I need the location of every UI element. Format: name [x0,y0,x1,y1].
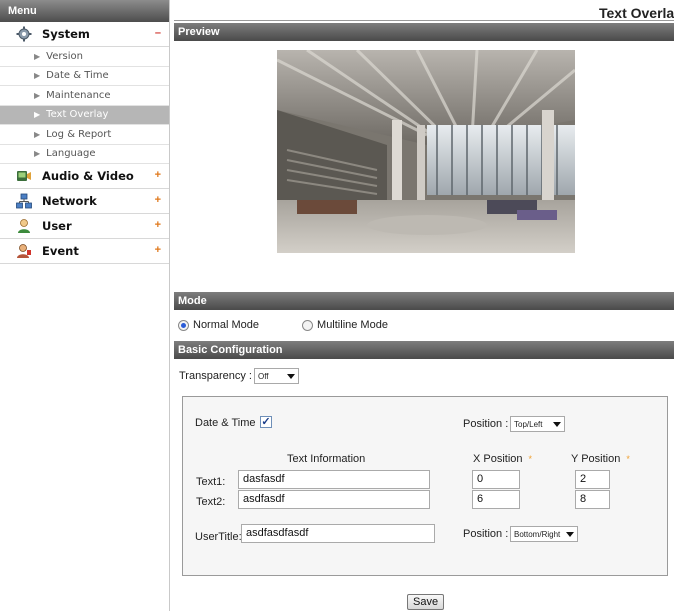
text2-label: Text2: [196,496,226,508]
text2-y-position-input[interactable]: 8 [575,490,610,509]
menu-header: Menu [0,0,169,22]
text1-y-position-input[interactable]: 2 [575,470,610,489]
sidebar-item-text-overlay[interactable]: ▶ Text Overlay [0,105,169,125]
chevron-down-icon [286,373,295,379]
sidebar-category-label: User [42,219,72,233]
triangle-right-icon: ▶ [34,149,41,159]
usertitle-input[interactable]: asdfasdfasdf [241,524,435,543]
multiline-mode-radio[interactable] [302,319,314,331]
normal-mode-radio[interactable] [178,319,189,331]
position-select-value: Top/Left [514,419,543,429]
triangle-right-icon: ▶ [34,90,41,100]
sidebar-item-version[interactable]: ▶ Version [0,47,169,67]
text-information-header: Text Information [287,453,366,465]
required-mark: * [626,454,630,464]
triangle-right-icon: ▶ [34,71,41,81]
date-time-checkbox[interactable]: ✓ [260,416,272,428]
sidebar-item-label: Date & Time [46,70,109,82]
multiline-mode-label: Multiline Mode [317,319,388,331]
expand-icon[interactable]: + [155,244,161,256]
position-label: Position : [463,418,509,430]
text2-x-position-input[interactable]: 6 [472,490,520,509]
sidebar-category-label: Audio & Video [42,169,134,183]
collapse-icon[interactable]: – [155,27,161,39]
gear-icon [16,26,32,42]
page-title: Text Overlay [598,5,674,21]
sidebar-item-label: Language [46,148,96,160]
sidebar-item-language[interactable]: ▶ Language [0,145,169,164]
position-select-value: Bottom/Right [514,529,561,539]
transparency-label: Transparency : [179,370,252,382]
sidebar-category-system[interactable]: System – [0,22,169,47]
text2-input[interactable]: asdfasdf [238,490,430,509]
text-overlay-config-panel: Date & Time ✓ Position : Top/Left Text I… [182,396,668,576]
sidebar-item-maintenance[interactable]: ▶ Maintenance [0,86,169,106]
sidebar-category-network[interactable]: Network + [0,189,169,214]
y-position-header: Y Position * [571,453,630,465]
text1-x-position-input[interactable]: 0 [472,470,520,489]
sidebar-item-label: Version [46,50,83,62]
camera-preview-image [277,50,575,253]
y-position-header-label: Y Position [571,453,621,465]
transparency-select[interactable]: Off [253,368,299,384]
save-button[interactable]: Save [407,594,445,610]
text1-label: Text1: [196,476,226,488]
expand-icon[interactable]: + [155,169,161,181]
required-mark: * [528,454,533,464]
title-divider [174,20,674,21]
position-label: Position : [463,528,509,540]
sidebar-category-label: Event [42,244,79,258]
expand-icon[interactable]: + [155,219,161,231]
sidebar-category-audio-video[interactable]: Audio & Video + [0,164,169,189]
transparency-select-value: Off [257,371,269,381]
sidebar-item-label: Maintenance [46,89,111,101]
sidebar-item-log-report[interactable]: ▶ Log & Report [0,125,169,145]
sidebar-item-date-time[interactable]: ▶ Date & Time [0,67,169,86]
sidebar-category-label: Network [42,194,97,208]
sidebar-category-user[interactable]: User + [0,214,169,239]
sidebar-category-event[interactable]: Event + [0,239,169,264]
sidebar-item-label: Log & Report [46,128,112,140]
transparency-row: Transparency : Off [179,368,299,384]
network-icon [16,193,32,209]
triangle-right-icon: ▶ [34,51,41,61]
triangle-right-icon: ▶ [34,129,41,139]
section-header-basic-configuration: Basic Configuration [174,341,674,359]
main-content: Text Overlay Preview Mode Normal Mode Mu… [174,0,674,611]
section-header-mode: Mode [174,292,674,310]
sidebar-category-label: System [42,27,90,41]
chevron-down-icon [566,531,575,537]
normal-mode-label: Normal Mode [193,319,260,331]
text1-input[interactable]: dasfasdf [238,470,430,489]
expand-icon[interactable]: + [155,194,161,206]
x-position-header-label: X Position [473,453,523,465]
date-time-position-select[interactable]: Top/Left [510,416,565,432]
usertitle-position-select[interactable]: Bottom/Right [510,526,578,542]
event-icon [17,244,31,258]
sidebar: Menu System – ▶ Version ▶ Date & Time ▶ Mai… [0,0,170,611]
audio-video-icon [17,171,31,181]
mode-radio-group: Normal Mode Multiline Mode [178,319,388,331]
sidebar-item-label: Text Overlay [46,109,109,121]
date-time-label: Date & Time [195,417,256,429]
section-header-preview: Preview [174,23,674,41]
triangle-right-icon: ▶ [34,110,41,120]
usertitle-label: UserTitle: [195,531,242,543]
user-icon [18,219,30,233]
chevron-down-icon [553,421,561,427]
x-position-header: X Position * [473,453,532,465]
